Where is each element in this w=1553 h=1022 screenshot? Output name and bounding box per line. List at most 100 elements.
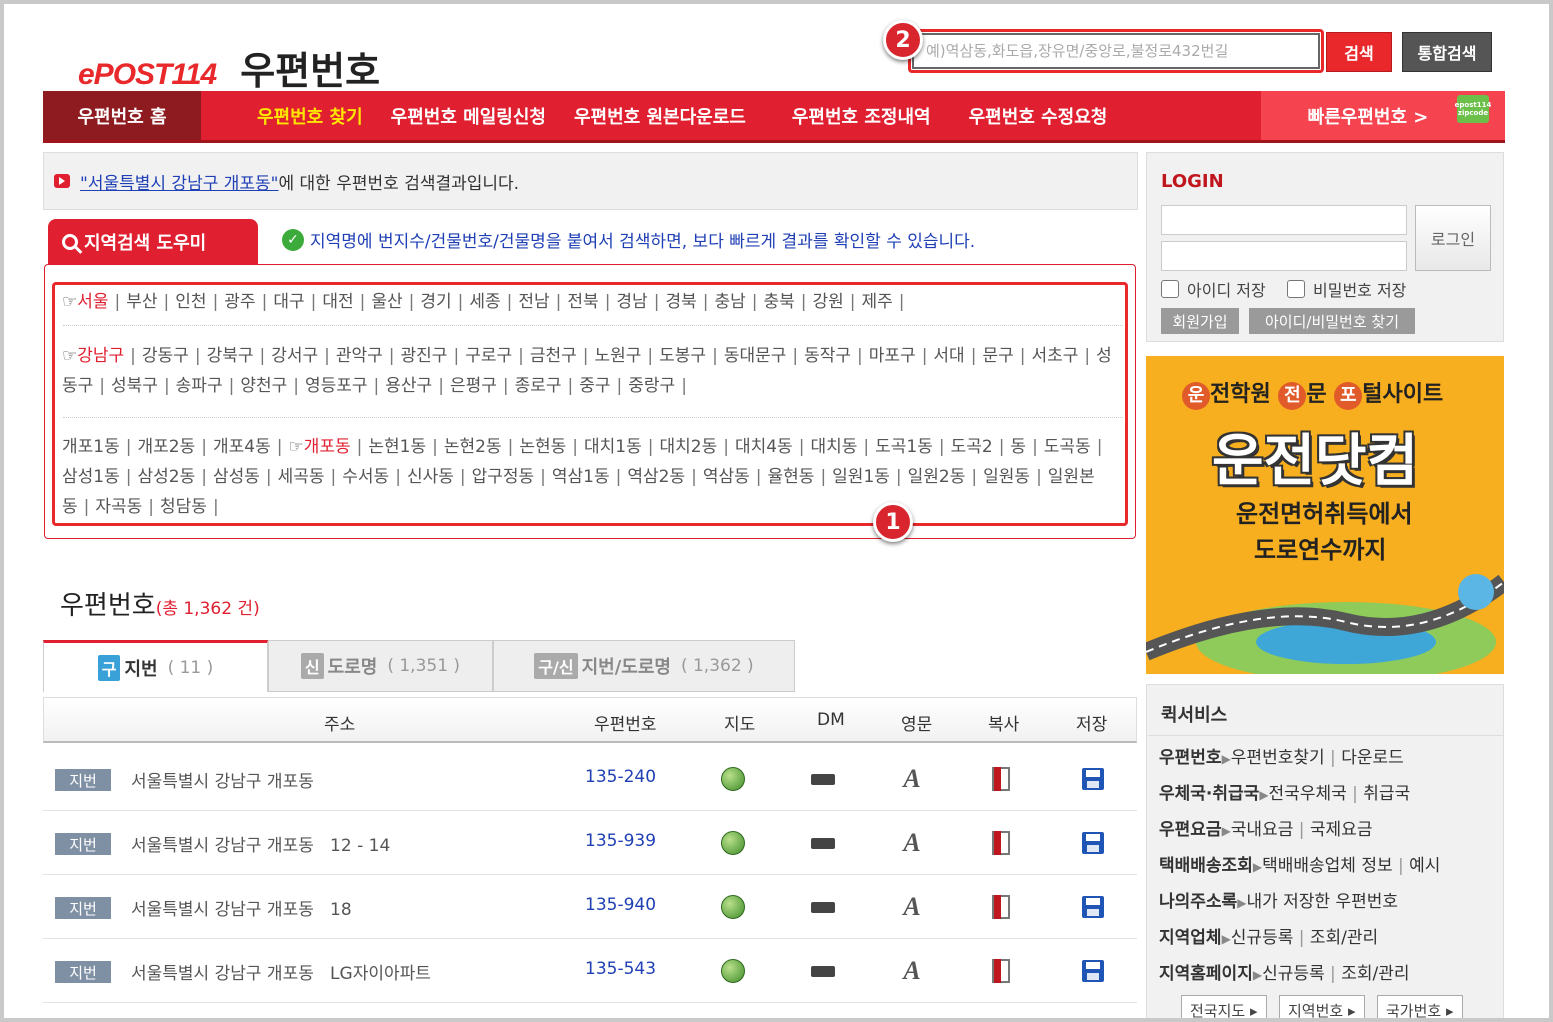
search-input[interactable] [914,35,1318,67]
map-globe-icon[interactable] [719,957,747,985]
area-code-button[interactable]: 지역번호 ▸ [1279,995,1365,1022]
dongs-link[interactable]: 역삼1동 [552,467,610,487]
cities-link[interactable]: 경북 [665,292,696,312]
quick-service-link[interactable]: 다운로드 [1341,748,1404,768]
districts-link[interactable]: 강남구 [77,346,124,366]
quick-service-link[interactable]: 신규등록 [1262,964,1325,984]
cities-link[interactable]: 세종 [469,292,500,312]
dongs-link[interactable]: 삼성2동 [137,467,195,487]
districts-link[interactable]: 강북구 [207,346,254,366]
copy-doc-icon[interactable] [987,765,1015,793]
cities-link[interactable]: 대구 [273,292,304,312]
nav-item-download[interactable]: 우편번호 원본다운로드 [560,91,760,140]
districts-link[interactable]: 동대문구 [724,346,787,366]
quick-service-link[interactable]: 국내요금 [1231,820,1294,840]
quick-service-main[interactable]: 나의주소록 [1159,892,1237,912]
printer-icon[interactable] [809,957,837,985]
districts-link[interactable]: 은평구 [450,376,497,396]
row-zipcode[interactable]: 135-939 [585,831,656,851]
dongs-link[interactable]: 대치1동 [584,437,642,457]
dongs-link[interactable]: 논현2동 [444,437,502,457]
quick-service-main[interactable]: 택배배송조회 [1159,856,1253,876]
result-query-link[interactable]: "서울특별시 강남구 개포동" [80,169,279,194]
dongs-link[interactable]: 동 [1010,437,1026,457]
dongs-link[interactable]: 세곡동 [278,467,325,487]
login-password-input[interactable] [1161,241,1407,271]
cities-link[interactable]: 제주 [862,292,893,312]
quick-service-link[interactable]: 예시 [1409,856,1440,876]
cities-link[interactable]: 전남 [518,292,549,312]
districts-link[interactable]: 도봉구 [659,346,706,366]
districts-link[interactable]: 마포구 [869,346,916,366]
map-globe-icon[interactable] [719,893,747,921]
dongs-link[interactable]: 대치동 [810,437,857,457]
districts-link[interactable]: 광진구 [401,346,448,366]
cities-link[interactable]: 광주 [224,292,255,312]
quick-service-main[interactable]: 우편요금 [1159,820,1222,840]
row-zipcode[interactable]: 135-240 [585,767,656,787]
tab-road[interactable]: 신 도로명 ( 1,351 ) [268,640,493,692]
districts-link[interactable]: 관악구 [336,346,383,366]
dongs-link[interactable]: 청담동 [160,497,207,517]
printer-icon[interactable] [809,829,837,857]
districts-link[interactable]: 강서구 [271,346,318,366]
find-account-button[interactable]: 아이디/비밀번호 찾기 [1249,308,1415,334]
join-button[interactable]: 회원가입 [1161,308,1239,334]
save-floppy-icon[interactable] [1079,765,1107,793]
save-floppy-icon[interactable] [1079,893,1107,921]
dongs-link[interactable]: 개포1동 [62,437,120,457]
copy-doc-icon[interactable] [987,893,1015,921]
english-a-icon[interactable]: A [898,828,926,857]
save-password-checkbox[interactable]: 비밀번호 저장 [1287,277,1406,301]
dongs-link[interactable]: 율현동 [768,467,815,487]
dongs-link[interactable]: 일원2동 [908,467,966,487]
cities-link[interactable]: 강원 [812,292,843,312]
english-a-icon[interactable]: A [898,956,926,985]
login-button[interactable]: 로그인 [1415,205,1491,271]
cities-link[interactable]: 충남 [714,292,745,312]
dongs-link[interactable]: 도곡2 [951,437,993,457]
districts-link[interactable]: 서초구 [1031,346,1078,366]
dongs-link[interactable]: 일원1동 [832,467,890,487]
copy-doc-icon[interactable] [987,829,1015,857]
row-zipcode[interactable]: 135-543 [585,959,656,979]
cities-link[interactable]: 경남 [616,292,647,312]
quick-service-link[interactable]: 우편번호찾기 [1231,748,1325,768]
quick-service-link[interactable]: 취급국 [1363,784,1410,804]
login-id-input[interactable] [1161,205,1407,235]
quick-service-link[interactable]: 신규등록 [1231,928,1294,948]
districts-link[interactable]: 중랑구 [628,376,675,396]
dongs-link[interactable]: 역삼2동 [627,467,685,487]
save-floppy-icon[interactable] [1079,829,1107,857]
save-id-checkbox[interactable]: 아이디 저장 [1161,277,1266,301]
quick-service-link[interactable]: 전국우체국 [1269,784,1347,804]
map-globe-icon[interactable] [719,829,747,857]
cities-link[interactable]: 전북 [567,292,598,312]
districts-link[interactable]: 금천구 [530,346,577,366]
districts-link[interactable]: 동작구 [804,346,851,366]
driving-ad-banner[interactable]: 운 전학원 전문 포 털사이트 운전닷컴 운전면허취득에서 도로연수까지 [1146,356,1504,674]
quick-service-main[interactable]: 지역홈페이지 [1159,964,1253,984]
districts-link[interactable]: 서대 [933,346,964,366]
dongs-link[interactable]: 논현동 [519,437,566,457]
dongs-link[interactable]: 압구정동 [472,467,535,487]
districts-link[interactable]: 용산구 [385,376,432,396]
districts-link[interactable]: 성북구 [111,376,158,396]
nav-item-adjust[interactable]: 우편번호 조정내역 [778,91,945,140]
cities-link[interactable]: 인천 [175,292,206,312]
dongs-link[interactable]: 도곡1동 [875,437,933,457]
quick-service-link[interactable]: 택배배송업체 정보 [1262,856,1393,876]
dongs-link[interactable]: 논현1동 [368,437,426,457]
quick-service-link[interactable]: 조회/관리 [1341,964,1409,984]
quick-service-main[interactable]: 우체국·취급국 [1159,784,1259,804]
search-button[interactable]: 검색 [1326,32,1392,72]
row-zipcode[interactable]: 135-940 [585,895,656,915]
dongs-link[interactable]: 수서동 [342,467,389,487]
tab-jibun-road[interactable]: 구/신 지번/도로명 ( 1,362 ) [493,640,795,692]
english-a-icon[interactable]: A [898,764,926,793]
nationwide-map-button[interactable]: 전국지도 ▸ [1181,995,1267,1022]
dongs-link[interactable]: 역삼동 [703,467,750,487]
districts-link[interactable]: 양천구 [240,376,287,396]
nav-fast-zipcode[interactable]: 빠른우편번호 > epost114 zipcode [1261,91,1505,140]
quick-service-link[interactable]: 국제요금 [1310,820,1373,840]
